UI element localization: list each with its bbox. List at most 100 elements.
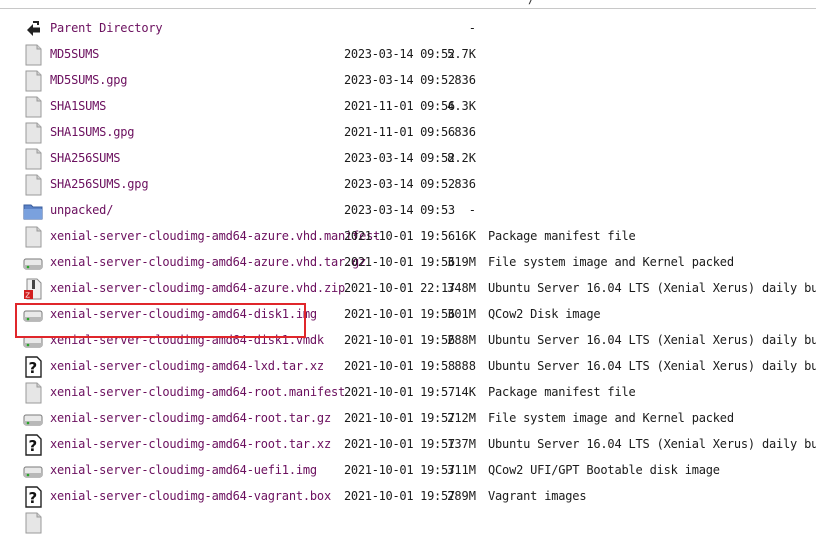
file-icon xyxy=(25,44,42,66)
file-size: 16K xyxy=(454,229,476,243)
last-modified: 2023-03-14 09:52 xyxy=(344,151,455,165)
directory-listing: Parent Directory - MD5SUMS 2023-03-14 09:52… xyxy=(0,16,816,536)
file-size: 888 xyxy=(454,359,476,373)
listing-row: xenial-server-cloudimg-amd64-root.manife… xyxy=(0,380,816,406)
file-icon xyxy=(25,382,42,404)
file-size: 4.3K xyxy=(447,99,476,113)
last-modified: 2021-10-01 19:57 xyxy=(344,489,455,503)
file-link[interactable]: Parent Directory xyxy=(50,21,163,35)
file-size: 289M xyxy=(447,489,476,503)
last-modified: 2021-10-01 19:57 xyxy=(344,411,455,425)
svg-text:?: ? xyxy=(29,437,38,455)
back-arrow-icon xyxy=(27,21,40,36)
file-size: 8.2K xyxy=(447,151,476,165)
disk-icon xyxy=(23,414,43,426)
file-description: QCow2 Disk image xyxy=(488,307,601,321)
unknown-file-icon: ? xyxy=(25,486,42,508)
svg-text:?: ? xyxy=(29,489,38,507)
listing-row: xenial-server-cloudimg-amd64-root.tar.gz… xyxy=(0,406,816,432)
last-modified: 2021-10-01 19:57 xyxy=(344,437,455,451)
listing-row: unpacked/2023-03-14 09:53- xyxy=(0,198,816,224)
last-modified: 2021-10-01 22:17 xyxy=(344,281,455,295)
last-modified: 2021-10-01 19:56 xyxy=(344,333,455,347)
listing-row: SHA256SUMS.gpg 2023-03-14 09:52 836 xyxy=(0,172,816,198)
file-size: 348M xyxy=(447,281,476,295)
folder-icon xyxy=(23,204,43,220)
svg-text:?: ? xyxy=(29,359,38,377)
listing-row: MD5SUMS.gpg 2023-03-14 09:52 836 xyxy=(0,68,816,94)
file-size: 5.7K xyxy=(447,47,476,61)
file-link[interactable]: SHA256SUMS xyxy=(50,151,120,165)
file-link[interactable]: xenial-server-cloudimg-amd64-uefi1.img xyxy=(50,463,317,477)
file-link[interactable]: SHA1SUMS.gpg xyxy=(50,125,134,139)
listing-row: SHA1SUMS.gpg 2021-11-01 09:56 836 xyxy=(0,120,816,146)
file-link[interactable]: xenial-server-cloudimg-amd64-vagrant.box xyxy=(50,489,331,503)
file-size: 137M xyxy=(447,437,476,451)
zip-icon: Z xyxy=(24,278,42,300)
listing-row: xenial-server-cloudimg-amd64-azure.vhd.t… xyxy=(0,250,816,276)
last-modified: 2023-03-14 09:52 xyxy=(344,47,455,61)
file-link[interactable]: xenial-server-cloudimg-amd64-root.tar.gz xyxy=(50,411,331,425)
unknown-file-icon: ? xyxy=(25,434,42,456)
last-modified: 2021-10-01 19:56 xyxy=(344,255,455,269)
file-link[interactable]: xenial-server-cloudimg-amd64-azure.vhd.t… xyxy=(50,255,366,269)
file-size: - xyxy=(468,21,476,35)
file-size: 319M xyxy=(447,255,476,269)
file-description: Ubuntu Server 16.04 LTS (Xenial Xerus) d… xyxy=(488,281,816,295)
listing-row: SHA256SUMS 2023-03-14 09:52 8.2K xyxy=(0,146,816,172)
file-link[interactable]: MD5SUMS xyxy=(50,47,99,61)
last-modified: 2021-11-01 09:56 xyxy=(344,99,455,113)
file-link[interactable]: unpacked/ xyxy=(50,203,113,217)
last-modified: 2021-10-01 19:56 xyxy=(344,307,455,321)
listing-row xyxy=(0,510,816,536)
last-modified: 2021-10-01 19:57 xyxy=(344,463,455,477)
file-description: File system image and Kernel packed xyxy=(488,411,734,425)
file-link[interactable]: MD5SUMS.gpg xyxy=(50,73,127,87)
listing-row: ? xenial-server-cloudimg-amd64-lxd.tar.xz… xyxy=(0,354,816,380)
listing-row: xenial-server-cloudimg-amd64-uefi1.img 20… xyxy=(0,458,816,484)
file-description: Ubuntu Server 16.04 LTS (Xenial Xerus) d… xyxy=(488,437,816,451)
file-icon xyxy=(25,70,42,92)
listing-row: Zxenial-server-cloudimg-amd64-azure.vhd.… xyxy=(0,276,816,302)
file-description: File system image and Kernel packed xyxy=(488,255,734,269)
file-icon xyxy=(25,226,42,248)
file-size: 836 xyxy=(454,177,476,191)
file-link[interactable]: xenial-server-cloudimg-amd64-azure.vhd.z… xyxy=(50,281,345,295)
file-link[interactable]: xenial-server-cloudimg-amd64-azure.vhd.m… xyxy=(50,229,380,243)
file-link[interactable]: xenial-server-cloudimg-amd64-lxd.tar.xz xyxy=(50,359,324,373)
file-description: Package manifest file xyxy=(488,385,636,399)
file-description: Package manifest file xyxy=(488,229,636,243)
file-size: - xyxy=(468,203,476,217)
disk-icon xyxy=(23,466,43,478)
file-link[interactable]: xenial-server-cloudimg-amd64-root.manife… xyxy=(50,385,345,399)
listing-row: ? xenial-server-cloudimg-amd64-vagrant.bo… xyxy=(0,484,816,510)
file-icon xyxy=(25,148,42,170)
listing-row: ? xenial-server-cloudimg-amd64-root.tar.x… xyxy=(0,432,816,458)
file-link[interactable]: xenial-server-cloudimg-amd64-root.tar.xz xyxy=(50,437,331,451)
file-size: 14K xyxy=(454,385,476,399)
last-modified: 2023-03-14 09:53 xyxy=(344,203,455,217)
file-size: 836 xyxy=(454,73,476,87)
svg-text:Z: Z xyxy=(25,292,30,300)
file-icon xyxy=(25,512,42,534)
header-fragment: / xyxy=(528,0,535,6)
highlight-box xyxy=(15,303,306,338)
file-size: 301M xyxy=(447,307,476,321)
file-icon xyxy=(25,96,42,118)
listing-row: MD5SUMS 2023-03-14 09:52 5.7K xyxy=(0,42,816,68)
file-icon xyxy=(25,174,42,196)
listing-row: SHA1SUMS 2021-11-01 09:56 4.3K xyxy=(0,94,816,120)
last-modified: 2021-10-01 19:58 xyxy=(344,359,455,373)
last-modified: 2023-03-14 09:52 xyxy=(344,73,455,87)
file-link[interactable]: SHA256SUMS.gpg xyxy=(50,177,149,191)
file-icon xyxy=(25,122,42,144)
file-link[interactable]: SHA1SUMS xyxy=(50,99,106,113)
file-size: 288M xyxy=(447,333,476,347)
listing-row: Parent Directory - xyxy=(0,16,816,42)
file-size: 212M xyxy=(447,411,476,425)
file-size: 311M xyxy=(447,463,476,477)
file-description: QCow2 UFI/GPT Bootable disk image xyxy=(488,463,720,477)
last-modified: 2021-11-01 09:56 xyxy=(344,125,455,139)
listing-row: xenial-server-cloudimg-amd64-azure.vhd.m… xyxy=(0,224,816,250)
file-size: 836 xyxy=(454,125,476,139)
